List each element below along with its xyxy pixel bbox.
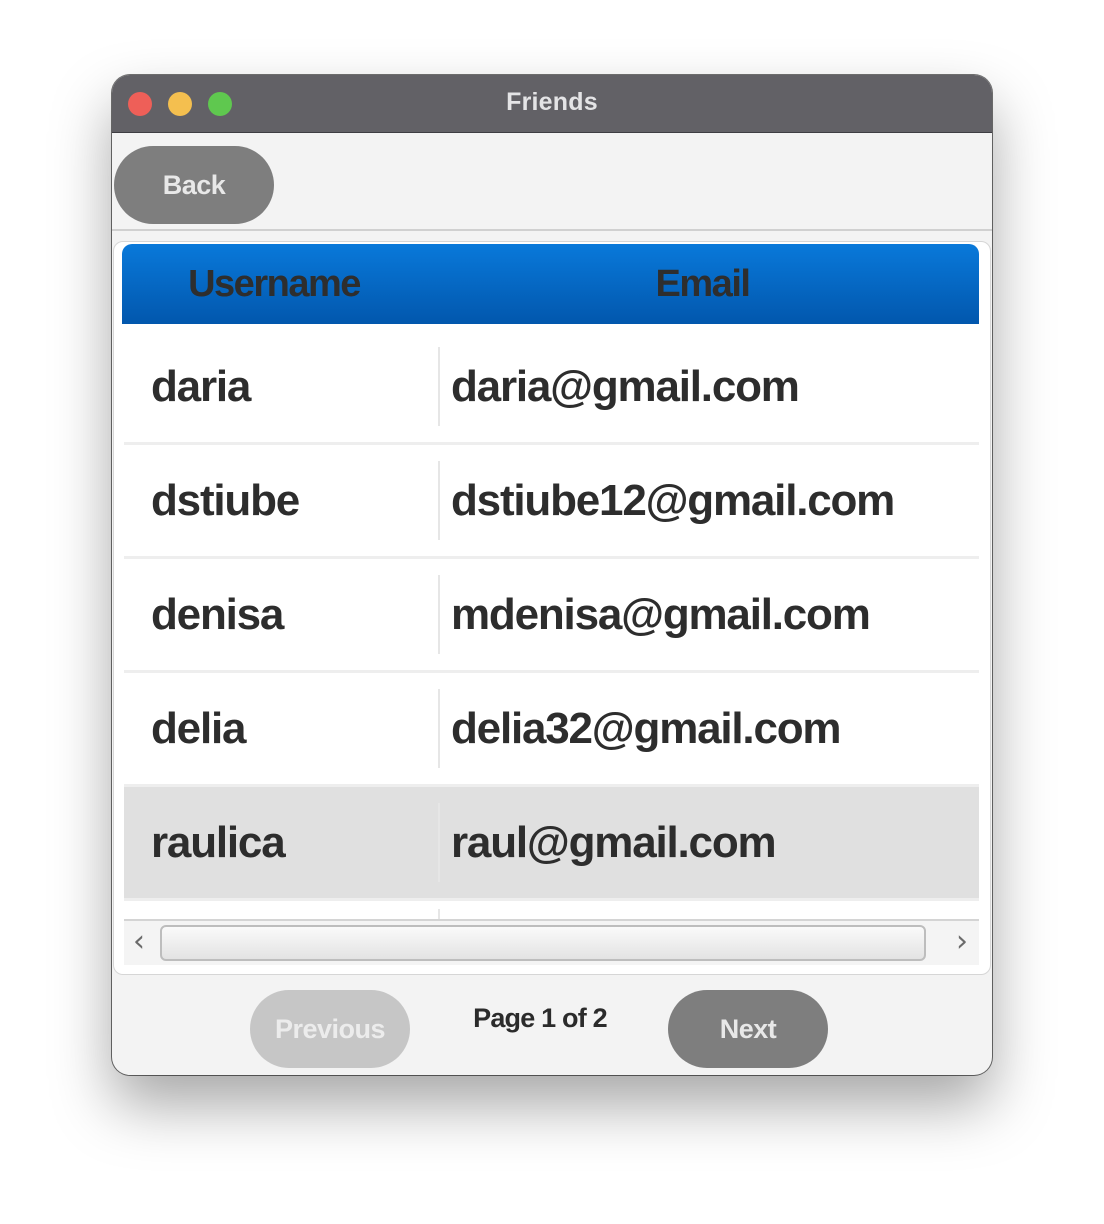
chevron-left-icon[interactable]: ‹ <box>124 923 154 963</box>
email-cell: mdenisa@gmail.com <box>451 590 871 639</box>
table-row[interactable]: daria daria@gmail.com <box>124 331 979 442</box>
toolbar: Back <box>112 133 992 231</box>
username-cell: raulica <box>151 818 286 867</box>
email-cell: dstiube12@gmail.com <box>451 476 895 525</box>
column-divider <box>438 461 440 540</box>
table-row[interactable]: dstiube dstiube12@gmail.com <box>124 445 979 556</box>
email-cell: delia32@gmail.com <box>451 704 842 753</box>
username-cell: dstiube <box>151 476 300 525</box>
username-cell: daria <box>151 362 251 411</box>
column-divider <box>438 689 440 768</box>
friends-table: Username Email daria daria@gmail.com dst… <box>113 241 991 975</box>
title-bar[interactable]: Friends <box>112 75 992 133</box>
username-cell: denisa <box>151 590 284 639</box>
column-divider <box>438 803 440 882</box>
window-title: Friends <box>506 88 598 116</box>
scrollbar-thumb[interactable] <box>160 925 926 961</box>
column-divider <box>438 575 440 654</box>
previous-page-button[interactable]: Previous <box>250 990 410 1068</box>
table-header: Username Email <box>122 244 979 324</box>
next-page-button[interactable]: Next <box>668 990 828 1068</box>
column-divider <box>438 909 440 919</box>
username-cell: delia <box>151 704 246 753</box>
back-button[interactable]: Back <box>114 146 274 224</box>
column-header-email[interactable]: Email <box>426 244 979 324</box>
horizontal-scrollbar[interactable]: ‹ › <box>124 919 979 965</box>
partial-table-row[interactable] <box>124 901 979 919</box>
column-header-username[interactable]: Username <box>122 244 426 324</box>
pagination-bar: Previous Page 1 of 2 Next <box>112 975 992 1075</box>
table-row[interactable]: delia delia32@gmail.com <box>124 673 979 784</box>
table-row-selected[interactable]: raulica raul@gmail.com <box>124 787 979 898</box>
column-divider <box>438 347 440 426</box>
page-indicator: Page 1 of 2 <box>473 1003 608 1033</box>
chevron-right-icon[interactable]: › <box>947 923 977 963</box>
table-row[interactable]: denisa mdenisa@gmail.com <box>124 559 979 670</box>
email-cell: raul@gmail.com <box>451 818 777 867</box>
email-cell: daria@gmail.com <box>451 362 800 411</box>
friends-window: Friends Back Username Email daria daria@… <box>112 75 992 1075</box>
